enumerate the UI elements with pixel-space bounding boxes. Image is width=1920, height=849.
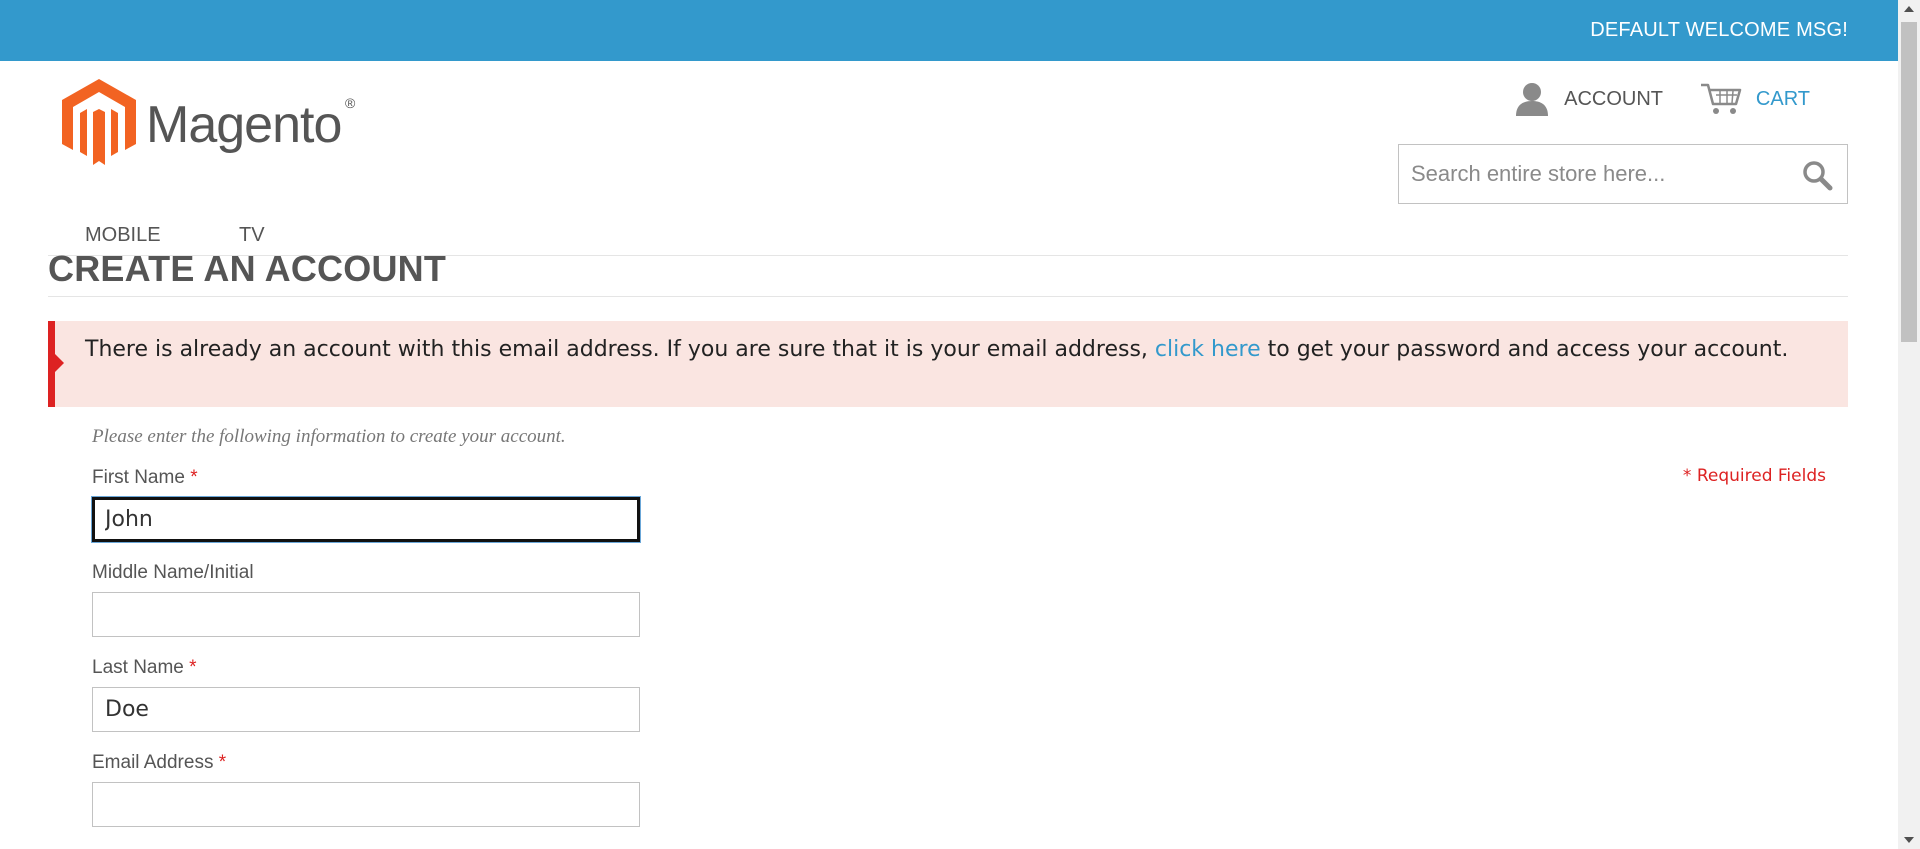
logo-registered-mark: ® [345,95,356,111]
email-required-mark: * [218,752,227,773]
middle-name-label-text: Middle Name/Initial [92,562,254,583]
first-name-label-text: First Name [92,467,185,488]
user-icon [1516,83,1549,116]
error-message-text: There is already an account with this em… [85,333,1825,366]
middle-name-label: Middle Name/Initial [92,562,254,584]
forgot-password-link[interactable]: click here [1155,337,1261,362]
scrollbar-thumb[interactable] [1901,22,1917,342]
first-name-field[interactable] [92,497,640,542]
scroll-down-arrow-icon [1904,837,1914,843]
cart-icon [1700,83,1742,114]
last-name-label: Last Name * [92,657,197,679]
top-bar: DEFAULT WELCOME MSG! [0,0,1898,61]
email-field[interactable] [92,782,640,827]
last-name-field[interactable] [92,687,640,732]
welcome-message: DEFAULT WELCOME MSG! [1590,19,1848,41]
magento-logo[interactable]: Magento ® [62,75,362,165]
account-link[interactable]: ACCOUNT [1514,79,1663,119]
search-box [1398,144,1848,204]
scroll-down-button[interactable] [1898,831,1920,849]
search-button[interactable] [1801,159,1833,191]
error-text-after: to get your password and access your acc… [1260,337,1789,362]
scroll-up-arrow-icon [1904,6,1914,12]
last-name-label-text: Last Name [92,657,184,678]
page: Magento ® ACCOUNT CART Search entire sto… [0,61,1898,849]
cart-label: CART [1755,87,1810,110]
vertical-scrollbar[interactable] [1898,0,1920,849]
account-label: ACCOUNT [1564,87,1663,110]
title-divider [48,296,1848,297]
magento-logo-icon [62,79,136,165]
page-title: CREATE AN ACCOUNT [48,248,447,289]
error-message: There is already an account with this em… [48,321,1848,407]
required-fields-note: * Required Fields [1682,466,1826,486]
cart-link[interactable]: CART [1700,79,1810,119]
scroll-up-button[interactable] [1898,0,1920,18]
first-name-label: First Name * [92,467,198,489]
search-input[interactable] [1399,145,1794,203]
search-icon [1803,161,1833,191]
first-name-required-mark: * [190,467,198,488]
middle-name-field[interactable] [92,592,640,637]
form-intro-text: Please enter the following information t… [92,426,566,447]
email-label: Email Address * [92,752,226,774]
nav-item-tv[interactable]: TV [239,224,265,247]
nav-item-mobile[interactable]: MOBILE [85,224,161,247]
logo-text: Magento [146,96,342,154]
last-name-required-mark: * [189,657,197,678]
error-arrow-icon [54,353,64,373]
error-text-before: There is already an account with this em… [85,337,1155,362]
email-label-text: Email Address [92,752,214,773]
